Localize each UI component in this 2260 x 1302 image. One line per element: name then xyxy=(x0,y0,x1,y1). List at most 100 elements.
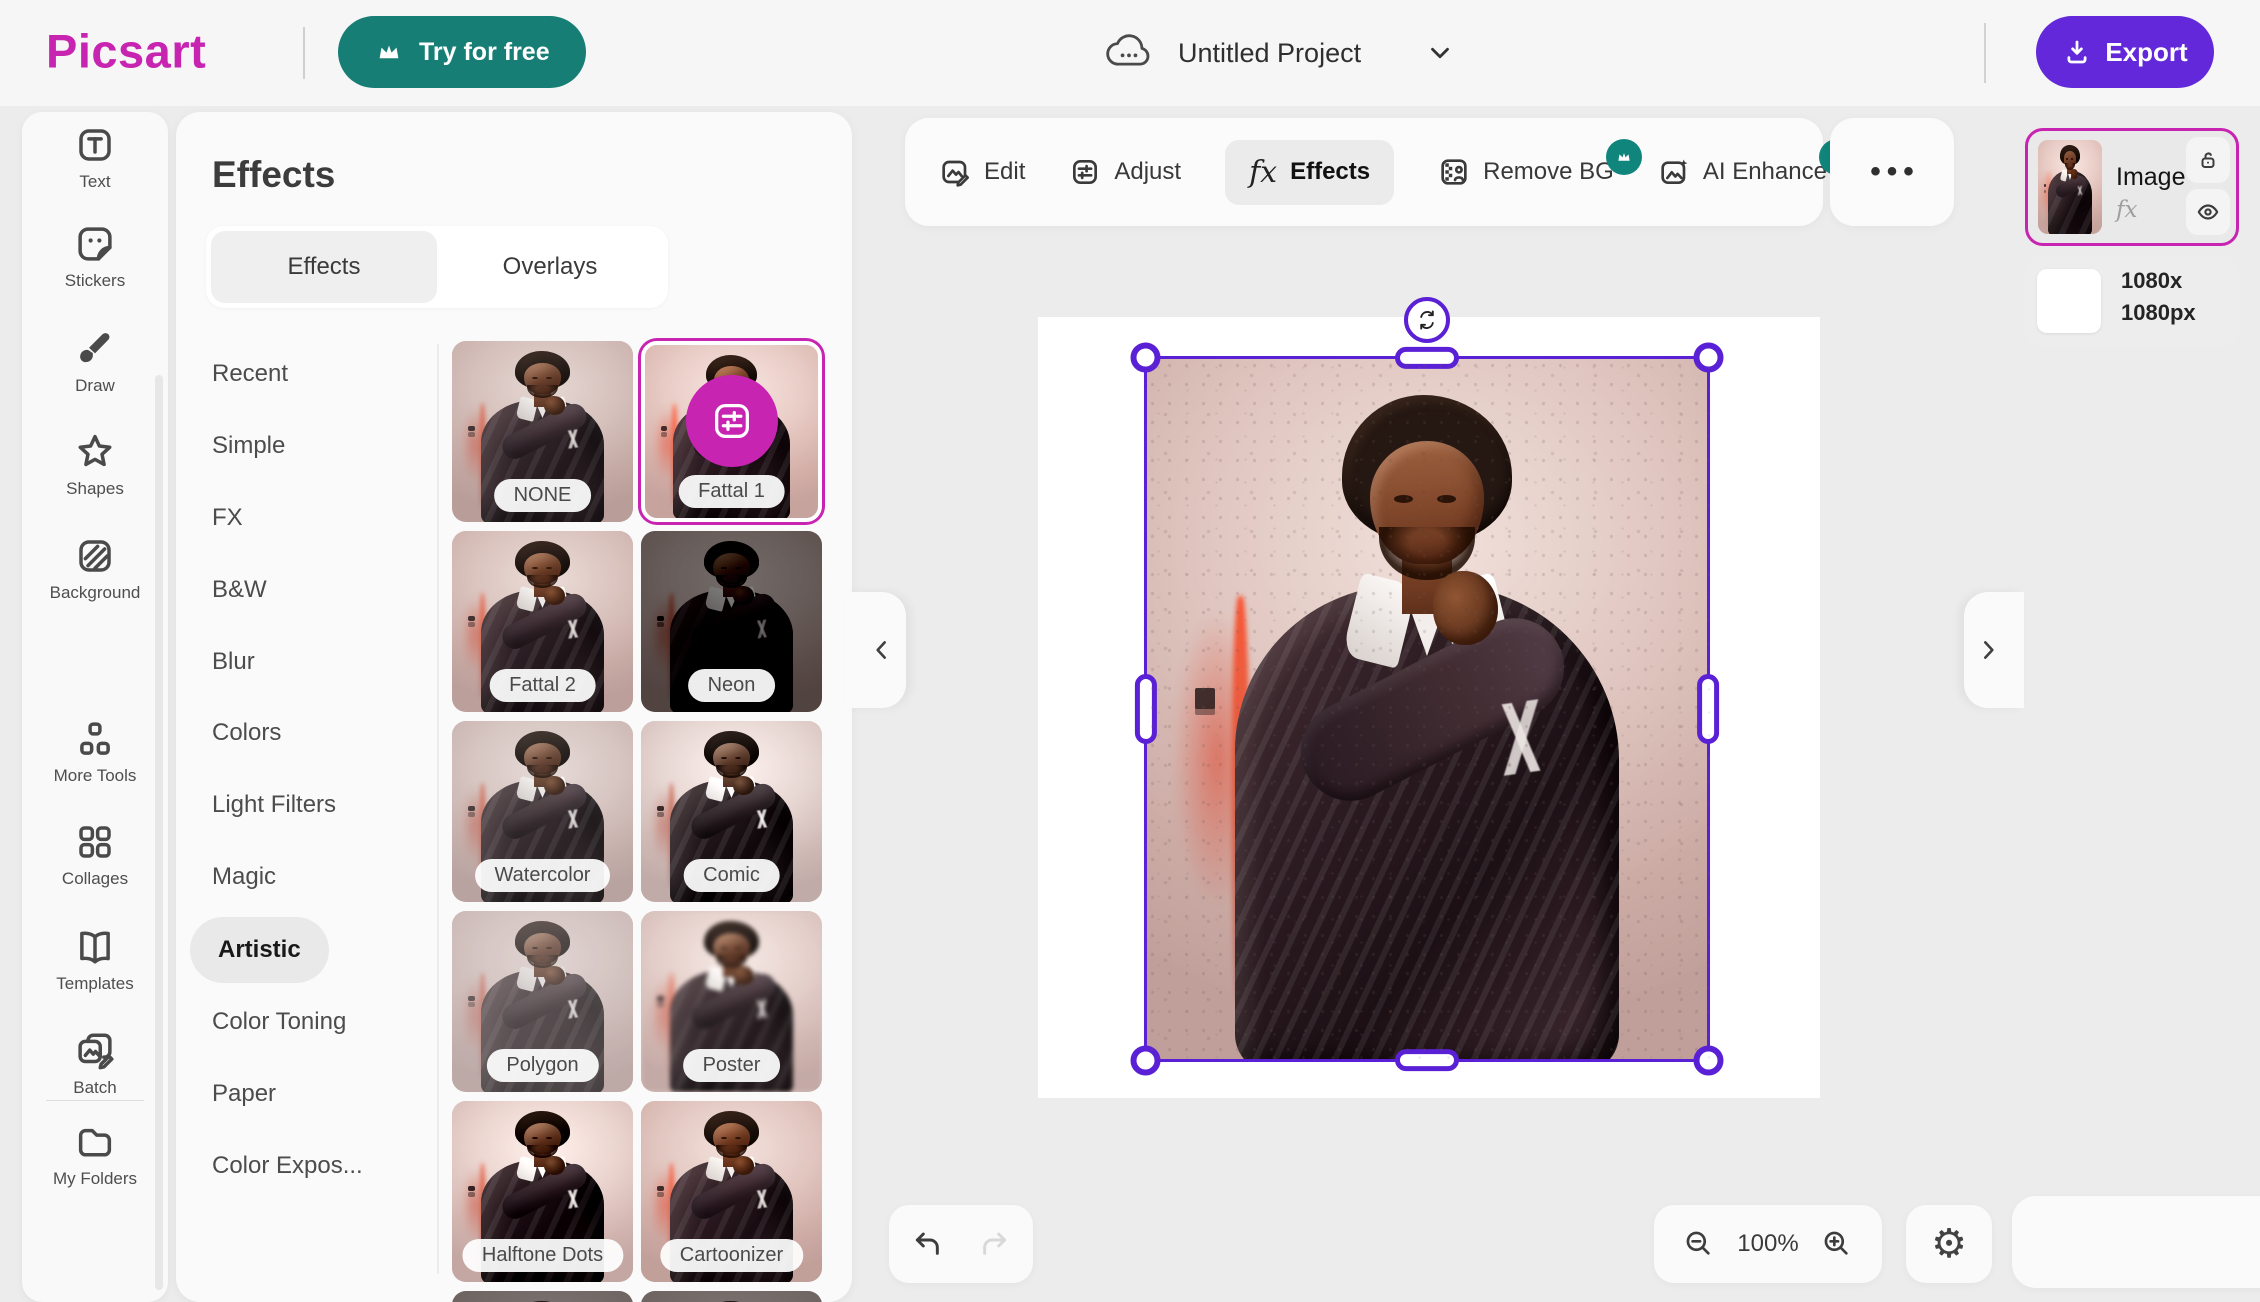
remove-bg-button-label: Remove BG xyxy=(1483,158,1614,186)
collapse-effects-panel-button[interactable] xyxy=(846,592,906,708)
adjust-button[interactable]: Adjust xyxy=(1069,156,1181,188)
category-light-filters[interactable]: Light Filters xyxy=(194,772,354,838)
effect-tile-neon[interactable]: Neon xyxy=(641,531,822,712)
export-button[interactable]: Export xyxy=(2036,16,2214,88)
effect-name-pill: Fattal 2 xyxy=(489,669,596,702)
portrait-photo xyxy=(641,1291,822,1302)
layer-visibility-button[interactable] xyxy=(2186,189,2230,235)
effect-name-pill: Cartoonizer xyxy=(660,1239,803,1272)
chevron-down-icon[interactable] xyxy=(1425,38,1455,68)
effects-panel: Effects Effects Overlays Recent Simple F… xyxy=(176,112,852,1302)
cloud-icon xyxy=(1102,26,1156,80)
sidebar-item-draw[interactable]: Draw xyxy=(22,328,168,396)
sidebar-item-shapes[interactable]: Shapes xyxy=(22,431,168,499)
undo-button[interactable] xyxy=(912,1228,944,1260)
templates-icon xyxy=(74,926,116,968)
category-paper[interactable]: Paper xyxy=(194,1061,294,1127)
effect-name-pill: Poster xyxy=(683,1049,781,1082)
category-simple[interactable]: Simple xyxy=(194,413,303,479)
expand-right-panel-button[interactable] xyxy=(1964,592,2024,708)
try-for-free-button[interactable]: Try for free xyxy=(338,16,586,88)
fx-icon: fx xyxy=(1249,155,1277,190)
effect-tile-poster[interactable]: Poster xyxy=(641,911,822,1092)
effect-tile-polygon[interactable]: Polygon xyxy=(452,911,633,1092)
category-blur[interactable]: Blur xyxy=(194,629,273,695)
effect-tile-partial[interactable] xyxy=(641,1291,822,1302)
category-bw[interactable]: B&W xyxy=(194,557,285,623)
effect-tile-watercolor[interactable]: Watercolor xyxy=(452,721,633,902)
try-for-free-label: Try for free xyxy=(419,38,550,67)
portrait-photo xyxy=(2038,140,2102,234)
canvas-image[interactable] xyxy=(1144,356,1710,1062)
divider xyxy=(437,344,439,1274)
canvas-size-card[interactable]: 1080x 1080px xyxy=(2025,256,2239,346)
premium-crown-badge xyxy=(1606,139,1642,175)
sidebar-item-background[interactable]: Background xyxy=(22,535,168,603)
effect-tile-partial[interactable] xyxy=(452,1291,633,1302)
picsart-logo[interactable]: Picsart xyxy=(46,23,206,78)
shapes-icon xyxy=(74,431,116,473)
layer-card-image[interactable]: Image fx xyxy=(2025,128,2239,246)
redo-button[interactable] xyxy=(978,1228,1010,1260)
effect-name-pill: Halftone Dots xyxy=(462,1239,623,1272)
collages-icon xyxy=(74,821,116,863)
sidebar-scrollbar[interactable] xyxy=(155,375,163,1290)
effect-tile-cartoonizer[interactable]: Cartoonizer xyxy=(641,1101,822,1282)
sidebar-item-templates[interactable]: Templates xyxy=(22,926,168,994)
zoom-in-button[interactable] xyxy=(1821,1228,1853,1260)
effect-tile-comic[interactable]: Comic xyxy=(641,721,822,902)
sidebar-item-batch[interactable]: Batch xyxy=(22,1030,168,1098)
category-fx[interactable]: FX xyxy=(194,485,261,551)
zoom-out-button[interactable] xyxy=(1683,1228,1715,1260)
divider xyxy=(1984,23,1986,83)
portrait-photo xyxy=(452,1291,633,1302)
crown-icon xyxy=(374,37,404,67)
panel-title: Effects xyxy=(212,154,335,196)
effect-name-pill: Fattal 1 xyxy=(678,475,785,508)
more-tools-icon xyxy=(74,718,116,760)
remove-bg-button[interactable]: Remove BG xyxy=(1438,156,1614,188)
sidebar-item-label: Templates xyxy=(56,974,133,994)
project-name: Untitled Project xyxy=(1178,38,1361,69)
sidebar-item-more-tools[interactable]: More Tools xyxy=(22,718,168,786)
edit-button[interactable]: Edit xyxy=(939,156,1025,188)
effect-tile-fattal-2[interactable]: Fattal 2 xyxy=(452,531,633,712)
category-colors[interactable]: Colors xyxy=(194,700,299,766)
tab-overlays[interactable]: Overlays xyxy=(437,231,663,303)
edit-button-label: Edit xyxy=(984,158,1025,186)
sidebar-item-stickers[interactable]: Stickers xyxy=(22,223,168,291)
effect-settings-button[interactable] xyxy=(686,375,778,467)
tab-effects[interactable]: Effects xyxy=(211,231,437,303)
more-tools-menu-button[interactable]: ••• xyxy=(1830,118,1954,226)
picsart-editor: Picsart Try for free Untitled Project xyxy=(0,0,2260,1302)
sidebar-item-text[interactable]: Text xyxy=(22,124,168,192)
zoom-level: 100% xyxy=(1737,1230,1798,1258)
project-menu[interactable]: Untitled Project xyxy=(1102,0,1455,106)
sidebar-item-label: More Tools xyxy=(54,766,137,786)
effect-tile-none[interactable]: NONE xyxy=(452,341,633,522)
effect-name-pill: Polygon xyxy=(486,1049,598,1082)
sidebar-item-my-folders[interactable]: My Folders xyxy=(22,1121,168,1189)
rotate-handle[interactable] xyxy=(1404,297,1450,343)
background-icon xyxy=(74,535,116,577)
effect-tile-halftone-dots[interactable]: Halftone Dots xyxy=(452,1101,633,1282)
settings-button[interactable]: ⚙ xyxy=(1906,1205,1992,1283)
effect-tile-fattal-1[interactable]: Fattal 1 xyxy=(641,341,822,522)
sidebar-divider xyxy=(46,1100,144,1101)
category-color-toning[interactable]: Color Toning xyxy=(194,989,364,1055)
stickers-icon xyxy=(74,223,116,265)
sidebar-item-label: Batch xyxy=(73,1078,116,1098)
lock-layer-button[interactable] xyxy=(2186,137,2230,183)
category-artistic[interactable]: Artistic xyxy=(190,917,329,983)
category-recent[interactable]: Recent xyxy=(194,341,306,407)
ai-enhance-button[interactable]: AI Enhance xyxy=(1658,156,1827,188)
sidebar-item-label: My Folders xyxy=(53,1169,137,1189)
effects-button[interactable]: fx Effects xyxy=(1225,140,1394,205)
my-folders-icon xyxy=(74,1121,116,1163)
sidebar-item-collages[interactable]: Collages xyxy=(22,821,168,889)
top-bar: Picsart Try for free Untitled Project xyxy=(0,0,2260,106)
layer-name: Image xyxy=(2116,163,2185,192)
category-color-exposure[interactable]: Color Expos... xyxy=(194,1133,381,1199)
edit-icon xyxy=(939,156,971,188)
category-magic[interactable]: Magic xyxy=(194,844,294,910)
